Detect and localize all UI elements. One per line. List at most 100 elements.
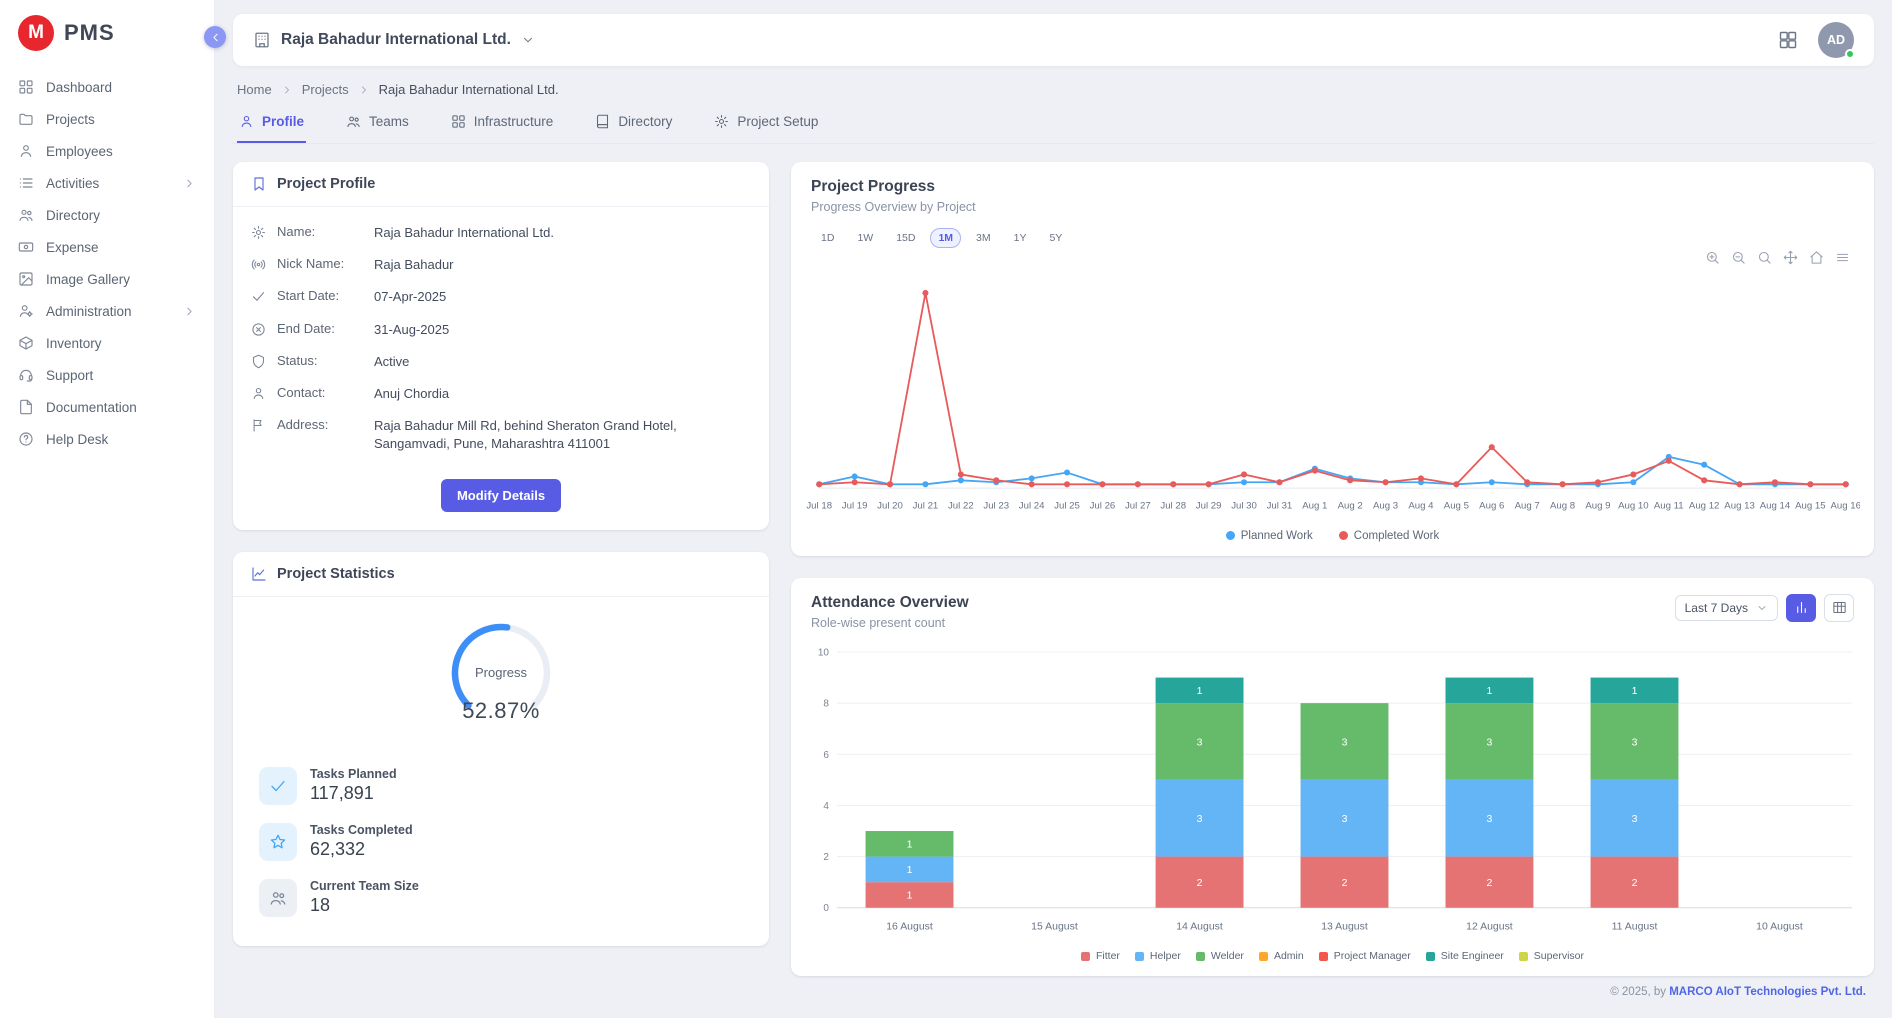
attendance-bar-chart[interactable]: 024681011116 August15 August233114 Augus… [791,634,1874,947]
profile-card-header: Project Profile [233,162,769,207]
legend-completed-work[interactable]: Completed Work [1339,530,1439,542]
sidebar-item-administration[interactable]: Administration [0,295,214,327]
tab-bar: Profile Teams Infrastructure Directory Proje… [233,103,1874,144]
x-circle-icon [251,322,266,337]
range-button-1y[interactable]: 1Y [1006,228,1035,248]
svg-text:Progress: Progress [475,665,528,680]
field-value: Active [374,353,409,371]
svg-text:Aug 13: Aug 13 [1724,500,1755,511]
footer-link[interactable]: MARCO AIoT Technologies Pvt. Ltd. [1669,986,1866,998]
table-view-button[interactable] [1824,594,1854,622]
svg-text:3: 3 [1487,814,1493,825]
app-logo[interactable]: M PMS [0,0,214,63]
svg-text:Aug 2: Aug 2 [1338,500,1363,511]
sidebar-item-expense[interactable]: Expense [0,231,214,263]
legend-planned-work[interactable]: Planned Work [1226,530,1313,542]
legend-label: Helper [1150,950,1181,962]
pan-icon[interactable] [1783,250,1798,265]
sidebar-item-image-gallery[interactable]: Image Gallery [0,263,214,295]
legend-fitter[interactable]: Fitter [1081,950,1120,962]
range-button-1m[interactable]: 1M [930,228,961,248]
file-icon [18,399,34,415]
legend-swatch [1135,952,1144,961]
chevron-right-icon [281,84,293,96]
svg-text:2: 2 [1342,878,1348,889]
tab-label: Teams [369,114,409,129]
field-label: Nick Name: [277,256,363,271]
main-area: Raja Bahadur International Ltd. AD Home P… [215,0,1892,1004]
search-icon[interactable] [1757,250,1772,265]
legend-helper[interactable]: Helper [1135,950,1181,962]
modify-details-button[interactable]: Modify Details [441,479,561,512]
sidebar-item-projects[interactable]: Projects [0,103,214,135]
progress-chart-legend: Planned Work Completed Work [791,526,1874,556]
bar-view-button[interactable] [1786,594,1816,622]
sidebar-item-dashboard[interactable]: Dashboard [0,71,214,103]
date-range-select[interactable]: Last 7 Days [1675,595,1778,621]
profile-field-status: Status: Active [233,346,769,378]
progress-line-chart[interactable]: Jul 18Jul 19Jul 20Jul 21Jul 22Jul 23Jul … [791,265,1874,526]
chart-toolbar [791,248,1874,265]
activities-icon [18,175,34,191]
tab-project-setup[interactable]: Project Setup [712,103,820,143]
svg-text:Jul 28: Jul 28 [1160,500,1186,511]
sidebar-item-label: Help Desk [46,432,108,447]
menu-icon[interactable] [1835,250,1850,265]
tab-teams[interactable]: Teams [344,103,411,143]
sidebar-item-label: Activities [46,176,99,191]
company-selector[interactable]: Raja Bahadur International Ltd. [253,31,535,49]
legend-label: Admin [1274,950,1304,962]
svg-text:16 August: 16 August [886,921,933,932]
svg-text:Jul 24: Jul 24 [1019,500,1045,511]
stat-label: Tasks Planned [310,767,397,781]
legend-welder[interactable]: Welder [1196,950,1244,962]
range-button-15d[interactable]: 15D [888,228,923,248]
sidebar-item-directory[interactable]: Directory [0,199,214,231]
sidebar-item-inventory[interactable]: Inventory [0,327,214,359]
legend-project-manager[interactable]: Project Manager [1319,950,1411,962]
chart-line-icon [251,566,267,582]
home-icon[interactable] [1809,250,1824,265]
svg-text:Aug 12: Aug 12 [1689,500,1720,511]
legend-supervisor[interactable]: Supervisor [1519,950,1584,962]
tab-profile[interactable]: Profile [237,103,306,143]
breadcrumb-item-projects[interactable]: Projects [302,82,349,97]
zoom-in-icon[interactable] [1705,250,1720,265]
sidebar-item-activities[interactable]: Activities [0,167,214,199]
range-button-5y[interactable]: 5Y [1041,228,1070,248]
svg-text:Aug 14: Aug 14 [1760,500,1791,511]
sidebar-item-support[interactable]: Support [0,359,214,391]
chevron-left-icon [209,31,222,44]
range-button-1d[interactable]: 1D [813,228,842,248]
attendance-overview-card: Attendance Overview Role-wise present co… [791,578,1874,977]
users-icon [346,114,361,129]
check-icon [259,767,297,805]
zoom-out-icon[interactable] [1731,250,1746,265]
legend-site-engineer[interactable]: Site Engineer [1426,950,1504,962]
sidebar-item-documentation[interactable]: Documentation [0,391,214,423]
breadcrumb-item-home[interactable]: Home [237,82,272,97]
sidebar-item-help-desk[interactable]: Help Desk [0,423,214,455]
online-status-dot [1845,49,1855,59]
svg-text:1: 1 [907,839,913,850]
legend-dot [1226,531,1235,540]
svg-text:2: 2 [823,852,829,863]
sidebar-collapse-button[interactable] [204,26,226,48]
field-label: Status: [277,353,363,368]
project-progress-card: Project Progress Progress Overview by Pr… [791,162,1874,556]
image-icon [18,271,34,287]
svg-text:15 August: 15 August [1031,921,1078,932]
range-button-3m[interactable]: 3M [968,228,999,248]
stat-tasks-completed: Tasks Completed62,332 [251,814,751,870]
range-button-1w[interactable]: 1W [849,228,881,248]
tab-infrastructure[interactable]: Infrastructure [449,103,556,143]
legend-admin[interactable]: Admin [1259,950,1304,962]
check-icon [251,289,266,304]
apps-grid-icon[interactable] [1778,30,1798,50]
user-icon [251,386,266,401]
tab-directory[interactable]: Directory [593,103,674,143]
sidebar-item-employees[interactable]: Employees [0,135,214,167]
legend-swatch [1081,952,1090,961]
user-avatar[interactable]: AD [1818,22,1854,58]
field-value: Raja Bahadur Mill Rd, behind Sheraton Gr… [374,417,751,453]
